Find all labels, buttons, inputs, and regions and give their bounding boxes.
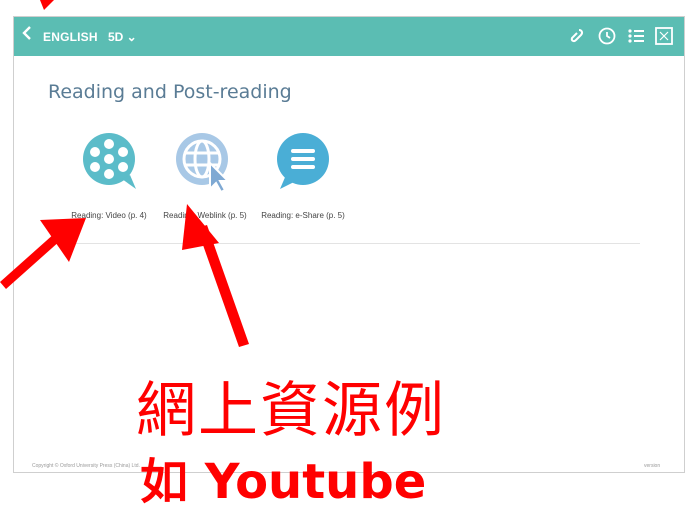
resource-video-label: Reading: Video (p. 4) [71, 211, 147, 220]
section-divider [48, 243, 640, 244]
expand-icon[interactable] [654, 26, 674, 46]
copyright-text: Copyright © Oxford University Press (Chi… [32, 463, 140, 469]
back-button[interactable] [22, 26, 32, 45]
eshare-chat-icon [277, 133, 329, 189]
clock-icon[interactable] [597, 26, 617, 46]
resource-eshare[interactable]: Reading: e-Share (p. 5) [253, 131, 353, 221]
annotation-top-mark [40, 0, 54, 10]
level-dropdown[interactable]: 5D ⌄ [108, 30, 137, 44]
section-title: Reading and Post-reading [48, 81, 292, 103]
resource-video[interactable]: Reading: Video (p. 4) [59, 131, 159, 221]
version-text: version [644, 463, 661, 469]
list-icon[interactable] [626, 26, 646, 46]
chevron-left-icon [22, 26, 31, 40]
course-title: ENGLISH [43, 30, 98, 44]
resource-weblink[interactable]: Reading: Weblink (p. 5) [155, 131, 255, 221]
annotation-text: 網上資源例 [136, 376, 446, 446]
top-bar: ENGLISH 5D ⌄ [14, 17, 684, 56]
annotation-text-bottom: 如 Youtube [140, 454, 427, 510]
video-reel-icon [83, 133, 136, 189]
weblink-globe-icon [176, 133, 231, 193]
resource-weblink-label: Reading: Weblink (p. 5) [163, 211, 247, 220]
link-icon[interactable] [567, 26, 587, 46]
resource-eshare-label: Reading: e-Share (p. 5) [261, 211, 345, 220]
